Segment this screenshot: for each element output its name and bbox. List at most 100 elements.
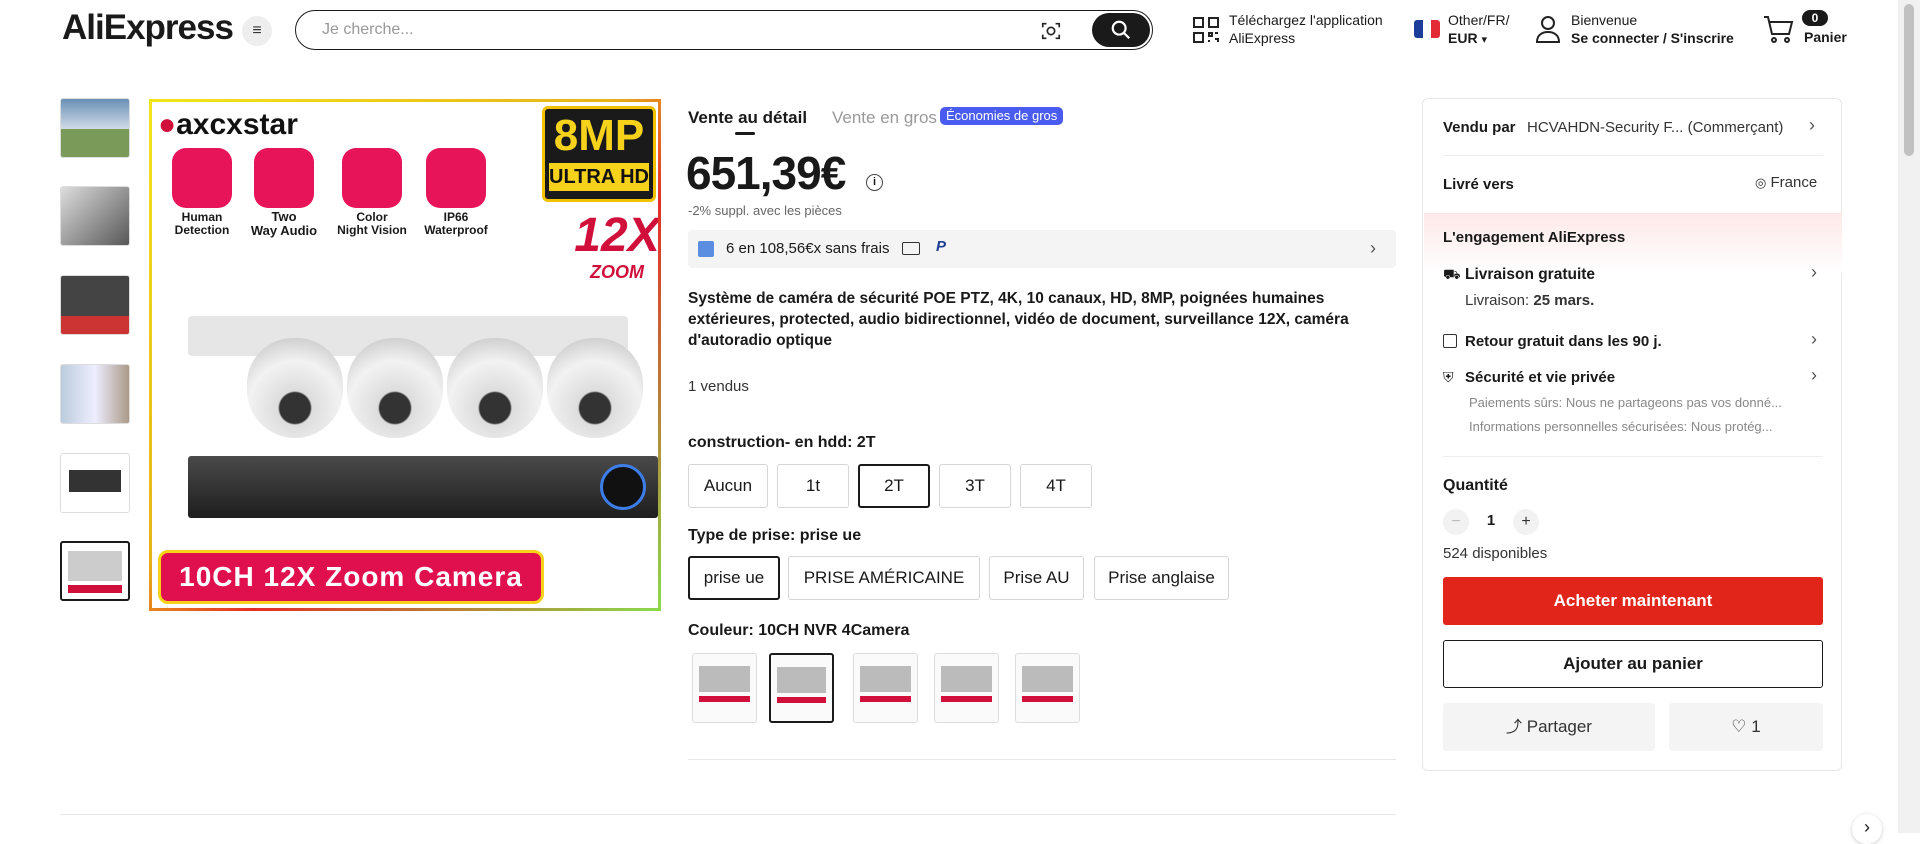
scroll-next-button[interactable]: › [1852,814,1882,844]
app-line2: AliExpress [1229,30,1296,46]
feature-line2: Detection [174,223,230,237]
zoom-text: 12X [574,209,660,262]
user-icon[interactable] [1534,14,1562,44]
delivery-label: Livraison: [1465,292,1530,309]
return-icon [1443,334,1457,348]
product-price: 651,39€ [686,147,846,199]
chevron-right-icon: › [1811,262,1817,282]
feature-color-night-vision: Color Night Vision [328,148,416,237]
add-to-cart-button[interactable]: Ajouter au panier [1443,640,1823,688]
quantity-decrease-button[interactable]: − [1443,509,1469,535]
menu-icon[interactable]: ≡ [242,16,272,46]
installments-bar[interactable]: 6 en 108,56€x sans frais P › [688,230,1396,268]
gallery-thumbnail[interactable] [60,186,130,246]
zoom-sub: ZOOM [590,262,644,282]
gallery-thumbnail-selected[interactable] [60,541,130,601]
sign-in-text: Se connecter / S'inscrire [1571,30,1734,46]
ship-to-country: France [1770,174,1818,191]
security-title[interactable]: Sécurité et vie privée [1465,369,1615,386]
divider [1443,155,1823,156]
cart-icon[interactable] [1762,14,1794,44]
account-link[interactable]: Bienvenue Se connecter / S'inscrire [1571,11,1734,47]
ship-to-selector[interactable]: ◎ France [1755,174,1817,191]
seller-name[interactable]: HCVAHDN-Security F... (Commerçant) [1527,119,1783,136]
dome-camera [447,338,543,438]
chevron-right-icon: › [1370,238,1376,258]
color-swatch[interactable] [853,653,918,723]
scrollbar-track[interactable] [1898,0,1920,833]
divider [60,814,1396,815]
share-button[interactable]: ⤴ Partager [1443,703,1655,751]
nvr-recorder [188,456,658,518]
search-bar [295,10,1153,50]
locale-selector[interactable]: Other/FR/ EUR ▾ [1448,11,1509,49]
aliexpress-logo[interactable]: AliExpress [62,8,234,48]
tab-wholesale[interactable]: Vente en gros [832,108,937,128]
moon-icon [342,148,402,208]
divider [688,759,1396,760]
shield-icon: ⛨ [1443,369,1454,385]
chevron-right-icon: › [1811,329,1817,349]
info-icon[interactable]: i [866,174,883,191]
price-note: -2% suppl. avec les pièces [688,203,842,218]
microphone-icon [254,148,314,208]
download-app-link[interactable]: Téléchargez l'application AliExpress [1229,11,1383,47]
free-delivery[interactable]: Livraison gratuite [1465,266,1595,284]
option-2t[interactable]: 2T [858,464,930,508]
option-1t[interactable]: 1t [777,464,849,508]
wholesale-badge: Économies de gros [940,107,1064,125]
construction-label: construction- en hdd: 2T [688,434,876,451]
quantity-label: Quantité [1443,477,1508,494]
tab-retail[interactable]: Vente au détail [688,108,807,128]
qr-code-icon[interactable] [1192,16,1220,44]
image-search-icon[interactable] [1040,20,1062,42]
option-prise-americaine[interactable]: PRISE AMÉRICAINE [788,556,980,600]
gallery-thumbnail[interactable] [60,98,130,158]
purchase-panel: Vendu par HCVAHDN-Security F... (Commerç… [1422,98,1842,771]
free-return[interactable]: Retour gratuit dans les 90 j. [1465,333,1662,350]
paypal-icon: P [936,238,947,255]
option-prise-anglaise[interactable]: Prise anglaise [1094,556,1229,600]
currency: EUR [1448,30,1478,46]
option-prise-au[interactable]: Prise AU [989,556,1084,600]
badge-8mp: 8MP [553,111,645,160]
feature-two-way-audio: Two Way Audio [248,148,320,238]
feature-line2: Night Vision [337,223,407,237]
color-swatch-selected[interactable] [769,653,834,723]
zoom-badge: 12X ZOOM [572,209,660,300]
search-button[interactable] [1092,13,1150,47]
option-aucun[interactable]: Aucun [688,464,768,508]
sold-count: 1 vendus [688,378,749,395]
dome-camera [547,338,643,438]
share-label: Partager [1526,717,1592,736]
wishlist-button[interactable]: ♡ 1 [1669,703,1823,751]
plug-label: Type de prise: prise ue [688,527,862,544]
color-swatch[interactable] [692,653,757,723]
feature-line2: Way Audio [250,223,318,238]
cart-label[interactable]: Panier [1804,28,1847,46]
gallery-thumbnail[interactable] [60,364,130,424]
quantity-value[interactable]: 1 [1479,512,1503,529]
color-swatch[interactable] [934,653,999,723]
gallery-thumbnail[interactable] [60,453,130,513]
commitment-title: L'engagement AliExpress [1443,229,1626,246]
option-prise-ue[interactable]: prise ue [688,556,780,600]
gallery-thumbnail[interactable] [60,275,130,335]
cloud-rain-icon [426,148,486,208]
locale-line1: Other/FR/ [1448,12,1510,28]
product-banner: 10CH 12X Zoom Camera Kit [158,550,544,604]
option-4t[interactable]: 4T [1020,464,1092,508]
dome-camera [347,338,443,438]
buy-now-button[interactable]: Acheter maintenant [1443,577,1823,625]
quantity-increase-button[interactable]: + [1513,509,1539,535]
sold-by-label: Vendu par [1443,119,1516,136]
brand-logo: ●axcxstar [158,108,298,141]
color-swatch[interactable] [1015,653,1080,723]
main-product-image[interactable]: ●axcxstar 8MP ULTRA HD 12X ZOOM Human De… [149,99,661,611]
search-input[interactable] [322,19,1022,41]
option-3t[interactable]: 3T [939,464,1011,508]
calendar-icon [698,241,714,257]
product-title: Système de caméra de sécurité POE PTZ, 4… [688,290,1349,349]
search-icon [1111,20,1131,40]
scrollbar-thumb[interactable] [1904,4,1914,156]
